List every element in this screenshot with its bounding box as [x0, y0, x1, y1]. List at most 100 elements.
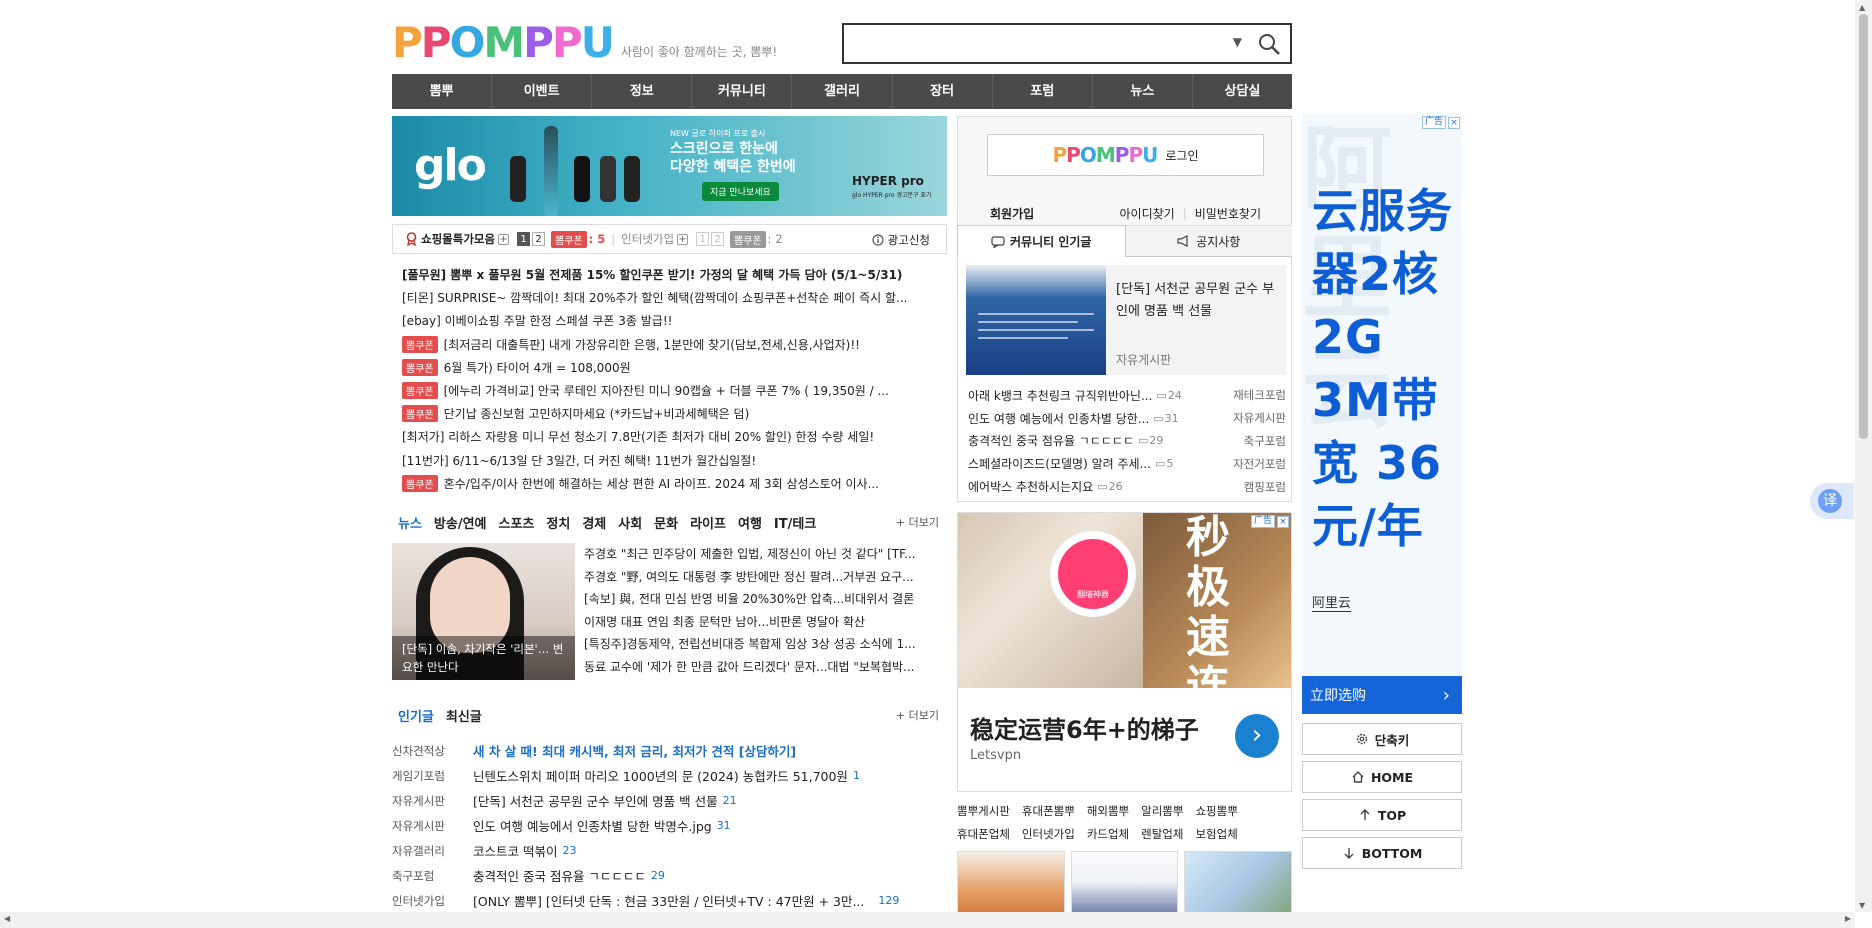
find-id-link[interactable]: 아이디찾기	[1120, 205, 1175, 222]
tab-notice[interactable]: 공지사항	[1125, 225, 1292, 257]
join-link[interactable]: 회원가입	[990, 205, 1034, 222]
tab-entertainment[interactable]: 방송/연예	[434, 513, 487, 532]
list-item[interactable]: 게임기포럼 닌텐도스위치 페이퍼 마리오 1000년의 문 (2024) 농협카드…	[392, 763, 947, 788]
list-item[interactable]: 주경호 "최근 민주당이 제출한 입법, 제정신이 아닌 것 같다" [TF..…	[584, 543, 946, 566]
page-button[interactable]: 2	[711, 232, 725, 246]
list-item[interactable]: 축구포럼 충격적인 중국 점유율 ㄱㄷㄷㄷㄷ 29	[392, 863, 947, 888]
list-item[interactable]: 인터넷가입 [ONLY 뽐뿌] [인터넷 단독 : 현금 33만원 / 인터넷+T…	[392, 888, 947, 913]
scroll-right-icon[interactable]: ▶	[1845, 914, 1851, 923]
popular-more-link[interactable]: + 더보기	[896, 707, 939, 723]
list-item[interactable]: 뽐쿠폰 단기납 종신보험 고민하지마세요 (*카드납+비과세혜택은 덤)	[402, 402, 942, 425]
list-item[interactable]: [ebay] 이베이쇼핑 주말 한정 스페셜 쿠폰 3종 발급!!	[402, 309, 942, 332]
home-button[interactable]: HOME	[1302, 761, 1462, 793]
tab-politics[interactable]: 정치	[546, 513, 570, 532]
find-password-link[interactable]: 비밀번호찾기	[1195, 205, 1261, 222]
list-item[interactable]: 아래 k뱅크 추천링크 규직위반아닌... ▭ 24 재테크포럼	[968, 384, 1286, 407]
tab-community-popular[interactable]: 커뮤니티 인기글	[957, 225, 1126, 257]
list-item[interactable]: 동료 교수에 '제가 한 만큼 값아 드리겠다' 문자...대법 "보복협박..…	[584, 656, 946, 679]
tab-popular[interactable]: 인기글	[398, 706, 434, 725]
nav-event[interactable]: 이벤트	[492, 74, 593, 109]
page-button[interactable]: 1	[517, 232, 531, 246]
tab-life[interactable]: 라이프	[690, 513, 726, 532]
aliyun-ad[interactable]: 阿里云 广告 × 云服务器2核2G 3M带宽 36元/年 阿里云 立即选购 ›	[1302, 114, 1462, 714]
search-option-dropdown-icon[interactable]: ▼	[1233, 35, 1242, 49]
shortcut-button[interactable]: 단축키	[1302, 723, 1462, 755]
site-link[interactable]: 알리뽐뿌	[1141, 803, 1183, 826]
glo-banner-ad[interactable]: glo NEW 글로 하이퍼 프로 출시 스크린으로 한눈에 다양한 혜택은 한…	[392, 116, 947, 216]
search-input[interactable]	[844, 25, 1214, 62]
list-item[interactable]: 뽐쿠폰 [최저금리 대출특판] 내게 가장유리한 은행, 1분만에 찾기(담보,전…	[402, 333, 942, 356]
list-item[interactable]: 뽐쿠폰 6월 특가) 타이어 4개 = 108,000원	[402, 356, 942, 379]
list-item[interactable]: 자유게시판 [단독] 서천군 공무원 군수 부인에 명품 백 선물 21	[392, 788, 947, 813]
list-item[interactable]: [특징주]경동제약, 전립선비대증 복합제 임상 3상 성공 소식에 1...	[584, 633, 946, 656]
tab-culture[interactable]: 문화	[654, 513, 678, 532]
site-link[interactable]: 보험업체	[1195, 826, 1237, 849]
internet-signup-label[interactable]: 인터넷가입	[621, 231, 674, 247]
plus-icon[interactable]: +	[498, 233, 510, 245]
list-item[interactable]: 이재명 대표 연임 최종 문턱만 남아...비판론 명달아 확산	[584, 611, 946, 634]
list-item[interactable]: 충격적인 중국 점유율 ㄱㄷㄷㄷㄷ ▭ 29 축구포럼	[968, 430, 1286, 453]
site-link[interactable]: 인터넷가입	[1022, 826, 1075, 849]
horizontal-scrollbar[interactable]: ◀ ▶	[0, 912, 1855, 928]
scroll-up-icon[interactable]: ▲	[1859, 3, 1865, 12]
nav-gallery[interactable]: 갤러리	[792, 74, 893, 109]
close-icon[interactable]: ×	[1448, 116, 1460, 129]
top-button[interactable]: TOP	[1302, 799, 1462, 831]
news-more-link[interactable]: + 더보기	[896, 514, 939, 530]
login-button[interactable]: PPOMPPU 로그인	[987, 134, 1264, 176]
list-item[interactable]: [티몬] SURPRISE~ 깜짝데이! 최대 20%추가 할인 혜택(깜짝데이…	[402, 286, 942, 309]
shopping-mall-title[interactable]: 쇼핑몰특가모음	[421, 231, 495, 247]
plus-icon[interactable]: +	[677, 233, 689, 245]
list-item[interactable]: 스페셜라이즈드(모델명) 알려 주세... ▭ 5 자전거포럼	[968, 452, 1286, 475]
ad-go-button[interactable]: ›	[1235, 714, 1279, 758]
nav-community[interactable]: 커뮤니티	[692, 74, 793, 109]
site-logo[interactable]: PPOMPPU 사람이 좋아 함께하는 곳, 뽐뿌!	[392, 20, 777, 66]
nav-market[interactable]: 장터	[893, 74, 993, 109]
banner-cta-button[interactable]: 지금 만나보세요	[702, 182, 779, 201]
nav-ppomppu[interactable]: 뽐뿌	[392, 74, 493, 109]
tab-economy[interactable]: 경제	[582, 513, 606, 532]
translate-button[interactable]: 译	[1810, 483, 1854, 519]
scroll-down-icon[interactable]: ▼	[1859, 901, 1865, 910]
page-button[interactable]: 2	[532, 232, 546, 246]
tab-it-tech[interactable]: IT/테크	[774, 513, 816, 532]
nav-info[interactable]: 정보	[592, 74, 693, 109]
ad-apply-link[interactable]: 광고신청	[872, 232, 930, 248]
vertical-scrollbar[interactable]: ▲ ▼	[1855, 0, 1872, 912]
bottom-button[interactable]: BOTTOM	[1302, 837, 1462, 869]
nav-news[interactable]: 뉴스	[1093, 74, 1193, 109]
coupon-badge[interactable]: 뽐쿠폰	[730, 230, 766, 248]
site-link[interactable]: 뽐뿌게시판	[957, 803, 1010, 826]
tab-society[interactable]: 사회	[618, 513, 642, 532]
list-item[interactable]: 인도 여행 예능에서 인종차별 당한... ▭ 31 자유게시판	[968, 407, 1286, 430]
list-item[interactable]: 자유게시판 인도 여행 예능에서 인종차별 당한 박명수.jpg 31	[392, 813, 947, 838]
vpn-ad[interactable]: 翻墙神器 秒极速连线 广告 × 稳定运营6年+的梯子 Letsvpn ›	[957, 512, 1292, 792]
nav-consult[interactable]: 상담실	[1193, 74, 1292, 109]
site-link[interactable]: 쇼핑뽐뿌	[1195, 803, 1237, 826]
close-icon[interactable]: ×	[1277, 515, 1289, 528]
list-item[interactable]: 자유갤러리 코스트코 떡볶이 23	[392, 838, 947, 863]
ad-buy-button[interactable]: 立即选购 ›	[1302, 676, 1462, 714]
site-link[interactable]: 휴대폰뽐뿌	[1022, 803, 1075, 826]
list-item[interactable]: 신차견적상 새 차 살 때! 최대 캐시백, 최저 금리, 최저가 견적 [상담하…	[392, 738, 947, 763]
page-button[interactable]: 1	[696, 232, 710, 246]
list-item[interactable]: 뽐쿠폰 혼수/입주/이사 한번에 해결하는 세상 편한 AI 라이프. 2024 …	[402, 472, 942, 495]
nav-forum[interactable]: 포럼	[993, 74, 1093, 109]
site-link[interactable]: 카드업체	[1087, 826, 1129, 849]
list-item[interactable]: 에어박스 추천하시는지요 ▭ 26 캠핑포럼	[968, 475, 1286, 498]
list-item[interactable]: 뽐쿠폰 [에누리 가격비교] 안국 루테인 지아잔틴 미니 90캡슐 + 더블 쿠…	[402, 379, 942, 402]
tab-travel[interactable]: 여행	[738, 513, 762, 532]
tab-sports[interactable]: 스포츠	[499, 513, 535, 532]
tab-news[interactable]: 뉴스	[398, 513, 422, 532]
news-photo[interactable]: [단독] 이솜, 차기작은 '리본'… 변요한 만난다	[392, 543, 575, 680]
scrollbar-thumb[interactable]	[1859, 14, 1868, 439]
list-item[interactable]: [최저가] 리하스 자랑용 미니 무선 청소기 7.8만(기존 최저가 대비 2…	[402, 425, 942, 448]
site-link[interactable]: 렌탈업체	[1141, 826, 1183, 849]
site-link[interactable]: 휴대폰업체	[957, 826, 1010, 849]
list-item[interactable]: [풀무원] 뽐뿌 x 풀무원 5월 전제품 15% 할인쿠폰 받기! 가정의 달…	[402, 263, 942, 286]
featured-post[interactable]: [단독] 서천군 공무원 군수 부인에 명품 백 선물 자유게시판	[966, 265, 1286, 375]
coupon-badge[interactable]: 뽐쿠폰	[551, 230, 587, 248]
scroll-left-icon[interactable]: ◀	[4, 914, 10, 923]
search-icon[interactable]	[1256, 31, 1282, 57]
tab-latest[interactable]: 최신글	[446, 706, 482, 725]
